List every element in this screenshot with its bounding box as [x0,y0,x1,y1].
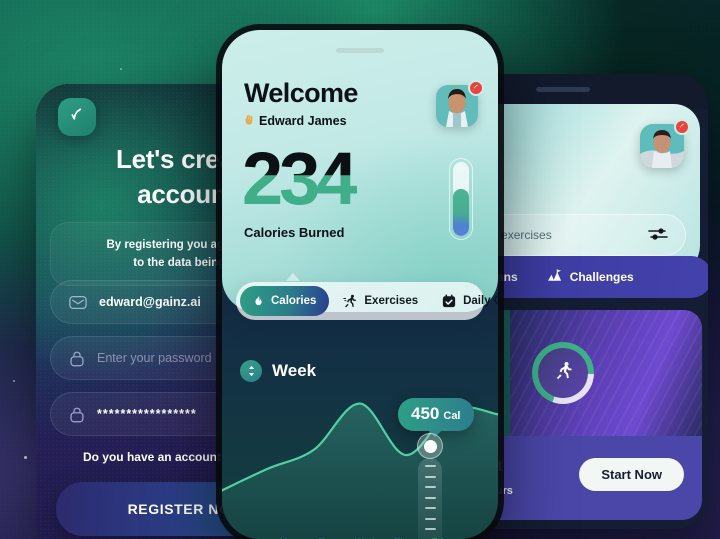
tooltip-unit: Cal [443,410,461,422]
star [13,380,15,382]
chart-scrubber-handle[interactable] [417,433,443,459]
progress-ring [532,342,594,404]
rocket-icon [468,80,484,96]
nav-item-challenges[interactable]: Challenges [547,269,634,285]
tab-label: Daily Goals [463,295,498,307]
tab-daily-goals[interactable]: Daily Goals [432,286,498,316]
dashboard-header: Welcome Edward James 234 234 Calories Bu… [222,30,498,312]
lock-icon [69,406,85,423]
have-account-text: Do you have an account? [82,450,229,464]
waving-hand-icon [244,114,254,128]
start-now-button[interactable]: Start Now [579,458,684,491]
notch-bar [536,87,590,92]
tab-calories[interactable]: Calories [240,286,330,316]
rocket-icon [674,119,690,135]
chart-ruler [418,458,442,539]
notch-bar [336,48,384,53]
user-name-row: Edward James [244,114,347,128]
dashboard-tabs: Calories Exercises Daily [236,282,498,320]
calendar-check-icon [442,294,456,308]
chart-tooltip: 450 Cal [398,398,474,437]
phone-center-dashboard: Welcome Edward James 234 234 Calories Bu… [222,30,498,539]
star [24,456,27,459]
calories-value: 234 234 [242,142,357,216]
running-icon [343,294,357,308]
tab-label: Calories [271,295,317,307]
tab-label: Exercises [364,295,419,307]
back-arrow-icon [69,106,86,128]
scene-root: k a ours for your exercises [0,0,720,539]
star [120,68,122,70]
goal-slider[interactable] [449,158,473,240]
email-value: edward@gainz.ai [99,295,201,309]
tab-exercises[interactable]: Exercises [333,286,428,316]
mail-icon [69,295,87,310]
password-placeholder: Enter your password [97,351,212,365]
nav-label: Challenges [569,270,634,284]
back-button[interactable] [58,98,96,136]
tab-caret [286,273,300,281]
mountain-flag-icon [547,269,562,285]
running-icon [554,361,573,385]
calories-label: Calories Burned [244,225,345,240]
tooltip-value: 450 [411,404,440,423]
flame-icon [253,294,264,308]
welcome-title: Welcome [244,78,358,108]
user-name: Edward James [259,114,347,128]
lock-icon [69,350,85,367]
confirm-password-value: ***************** [97,407,197,421]
sliders-icon[interactable] [647,226,669,245]
